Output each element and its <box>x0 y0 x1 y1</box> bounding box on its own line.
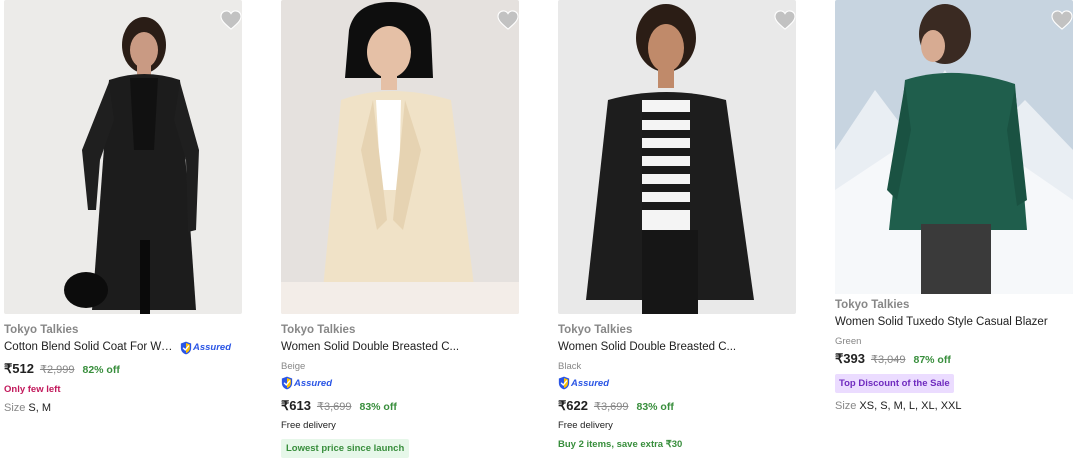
product-brand: Tokyo Talkies <box>281 324 356 336</box>
discount-percent: 83% off <box>359 401 397 413</box>
offer-text: Buy 2 items, save extra ₹30 <box>558 439 683 450</box>
discount-percent: 83% off <box>636 401 674 413</box>
product-card[interactable]: Tokyo Talkies Cotton Blend Solid Coat Fo… <box>4 0 244 414</box>
product-card[interactable]: Tokyo Talkies Women Solid Double Breaste… <box>558 0 798 450</box>
original-price: ₹2,999 <box>39 364 75 376</box>
delivery-info: Free delivery <box>281 420 336 431</box>
product-image[interactable] <box>835 0 1073 294</box>
price-row: ₹613 ₹3,699 83% off <box>281 398 521 415</box>
model-green-blazer-snow-photo <box>835 0 1073 294</box>
selling-price: ₹622 <box>558 398 588 413</box>
wishlist-heart-icon[interactable] <box>774 10 796 30</box>
delivery-info: Free delivery <box>558 420 613 431</box>
size-values: XS, S, M, L, XL, XXL <box>859 400 962 412</box>
assured-shield-icon <box>558 376 570 390</box>
price-row: ₹512 ₹2,999 82% off <box>4 361 244 378</box>
product-color: Green <box>835 336 862 347</box>
selling-price: ₹393 <box>835 351 865 366</box>
product-title-text: Women Solid Double Breasted C... <box>281 341 460 353</box>
model-black-long-coat-photo <box>4 0 242 314</box>
original-price: ₹3,699 <box>593 401 629 413</box>
product-title-text: Cotton Blend Solid Coat For Wo... <box>4 341 174 353</box>
size-label: Size <box>4 402 26 414</box>
size-values: S, M <box>28 402 52 414</box>
assured-shield-icon <box>281 376 293 390</box>
product-image[interactable] <box>281 0 519 314</box>
product-title[interactable]: Women Solid Double Breasted C... <box>558 340 798 355</box>
assured-badge: Assured <box>180 340 231 355</box>
product-brand: Tokyo Talkies <box>558 324 633 336</box>
discount-percent: 82% off <box>82 364 120 376</box>
product-brand: Tokyo Talkies <box>835 299 910 311</box>
assured-label: Assured <box>193 342 232 353</box>
wishlist-heart-icon[interactable] <box>497 10 519 30</box>
product-color: Black <box>558 361 582 372</box>
price-row: ₹393 ₹3,049 87% off <box>835 351 1075 368</box>
product-image[interactable] <box>4 0 242 314</box>
assured-badge: Assured <box>558 376 609 390</box>
product-image[interactable] <box>558 0 796 314</box>
product-card[interactable]: Tokyo Talkies Women Solid Double Breaste… <box>281 0 521 458</box>
stock-note: Only few left <box>4 384 61 395</box>
wishlist-heart-icon[interactable] <box>220 10 242 30</box>
selling-price: ₹613 <box>281 398 311 413</box>
wishlist-heart-icon[interactable] <box>1051 10 1073 30</box>
product-title-text: Women Solid Tuxedo Style Casual Blazer <box>835 316 1048 328</box>
offer-badge: Lowest price since launch <box>281 439 410 458</box>
size-row: Size S, M <box>4 402 244 414</box>
size-row: Size XS, S, M, L, XL, XXL <box>835 400 1075 412</box>
product-card[interactable]: Tokyo Talkies Women Solid Tuxedo Style C… <box>835 0 1075 412</box>
assured-badge: Assured <box>281 376 332 390</box>
product-title[interactable]: Women Solid Double Breasted C... <box>281 340 521 355</box>
product-title-text: Women Solid Double Breasted C... <box>558 341 737 353</box>
model-beige-blazer-photo <box>281 0 519 314</box>
model-black-blazer-photo <box>558 0 796 314</box>
product-title[interactable]: Women Solid Tuxedo Style Casual Blazer <box>835 315 1075 330</box>
offer-badge: Top Discount of the Sale <box>835 374 954 393</box>
product-color: Beige <box>281 361 306 372</box>
product-title[interactable]: Cotton Blend Solid Coat For Wo... Assure… <box>4 340 244 355</box>
product-brand: Tokyo Talkies <box>4 324 79 336</box>
selling-price: ₹512 <box>4 361 34 376</box>
size-label: Size <box>835 400 857 412</box>
original-price: ₹3,699 <box>316 401 352 413</box>
discount-percent: 87% off <box>913 354 951 366</box>
assured-shield-icon <box>180 341 192 355</box>
price-row: ₹622 ₹3,699 83% off <box>558 398 798 415</box>
original-price: ₹3,049 <box>870 354 906 366</box>
assured-label: Assured <box>571 377 610 389</box>
assured-label: Assured <box>294 377 333 389</box>
